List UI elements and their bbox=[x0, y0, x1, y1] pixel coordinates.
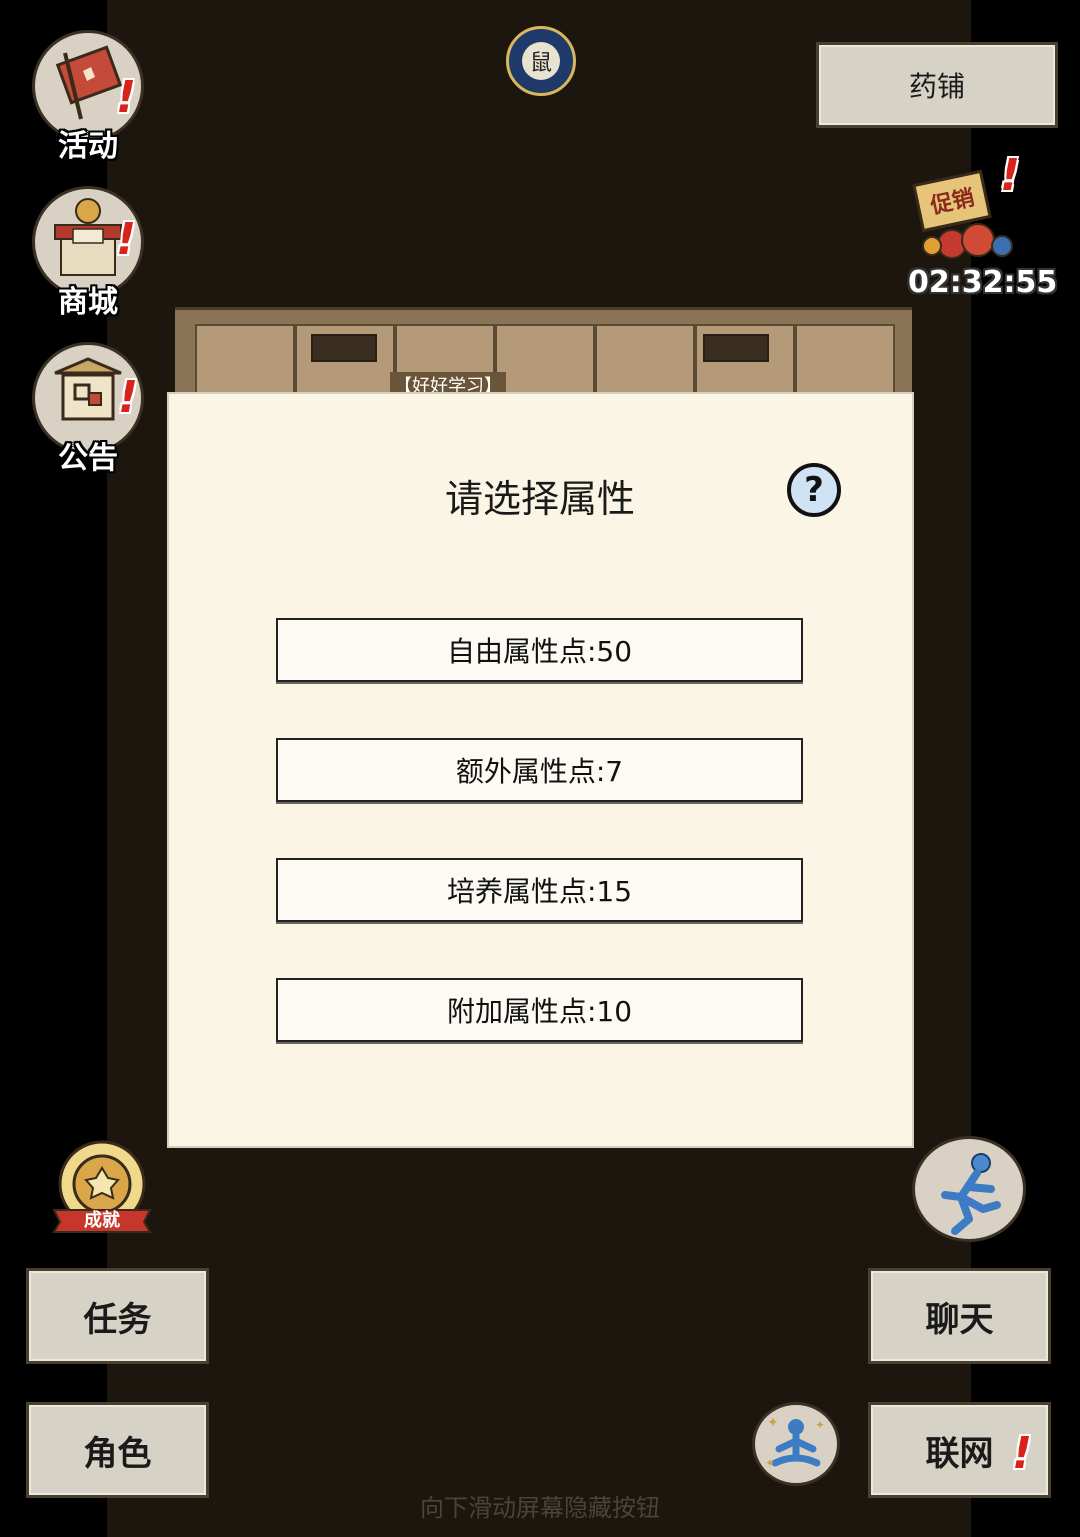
help-icon[interactable]: ? bbox=[787, 463, 841, 517]
svg-text:✦: ✦ bbox=[767, 1415, 779, 1431]
hide-buttons-hint: 向下滑动屏幕隐藏按钮 bbox=[420, 1494, 660, 1522]
svg-text:✦: ✦ bbox=[815, 1418, 825, 1432]
network-alert-icon: ! bbox=[1012, 1428, 1033, 1479]
activity-alert-icon: ! bbox=[116, 72, 137, 123]
chat-button[interactable]: 聊天 bbox=[868, 1268, 1051, 1364]
extra-attribute-option[interactable]: 额外属性点:7 bbox=[276, 738, 803, 802]
promo-alert-icon: ! bbox=[1000, 150, 1021, 201]
promo-timer: 02:32:55 bbox=[908, 265, 1058, 300]
zodiac-glyph: 鼠 bbox=[522, 42, 560, 80]
running-figure-icon bbox=[941, 1153, 1001, 1235]
meditation-figure-icon: ✦ ✦ ✦ bbox=[765, 1415, 825, 1470]
achievement-label: 成就 bbox=[84, 1210, 120, 1231]
notice-alert-icon: ! bbox=[118, 372, 139, 423]
window-vent bbox=[703, 334, 769, 362]
bonus-attribute-option[interactable]: 附加属性点:10 bbox=[276, 978, 803, 1042]
dialog-title: 请选择属性 bbox=[444, 477, 635, 521]
building-backdrop bbox=[175, 307, 912, 400]
svg-text:✦: ✦ bbox=[765, 1456, 775, 1470]
shop-alert-icon: ! bbox=[116, 214, 137, 265]
free-attribute-option[interactable]: 自由属性点:50 bbox=[276, 618, 803, 682]
pharmacy-button[interactable]: 药铺 bbox=[816, 42, 1058, 128]
sprint-button[interactable] bbox=[912, 1136, 1026, 1242]
shop-label: 商城 bbox=[58, 285, 118, 320]
training-attribute-option[interactable]: 培养属性点:15 bbox=[276, 858, 803, 922]
achievement-button[interactable]: 成就 bbox=[52, 1138, 152, 1234]
meditation-button[interactable]: ✦ ✦ ✦ bbox=[752, 1402, 840, 1486]
activity-label: 活动 bbox=[58, 129, 118, 164]
window-vent bbox=[311, 334, 377, 362]
moon-zodiac-icon[interactable]: 鼠 bbox=[506, 26, 576, 96]
task-button[interactable]: 任务 bbox=[26, 1268, 209, 1364]
character-button[interactable]: 角色 bbox=[26, 1402, 209, 1498]
